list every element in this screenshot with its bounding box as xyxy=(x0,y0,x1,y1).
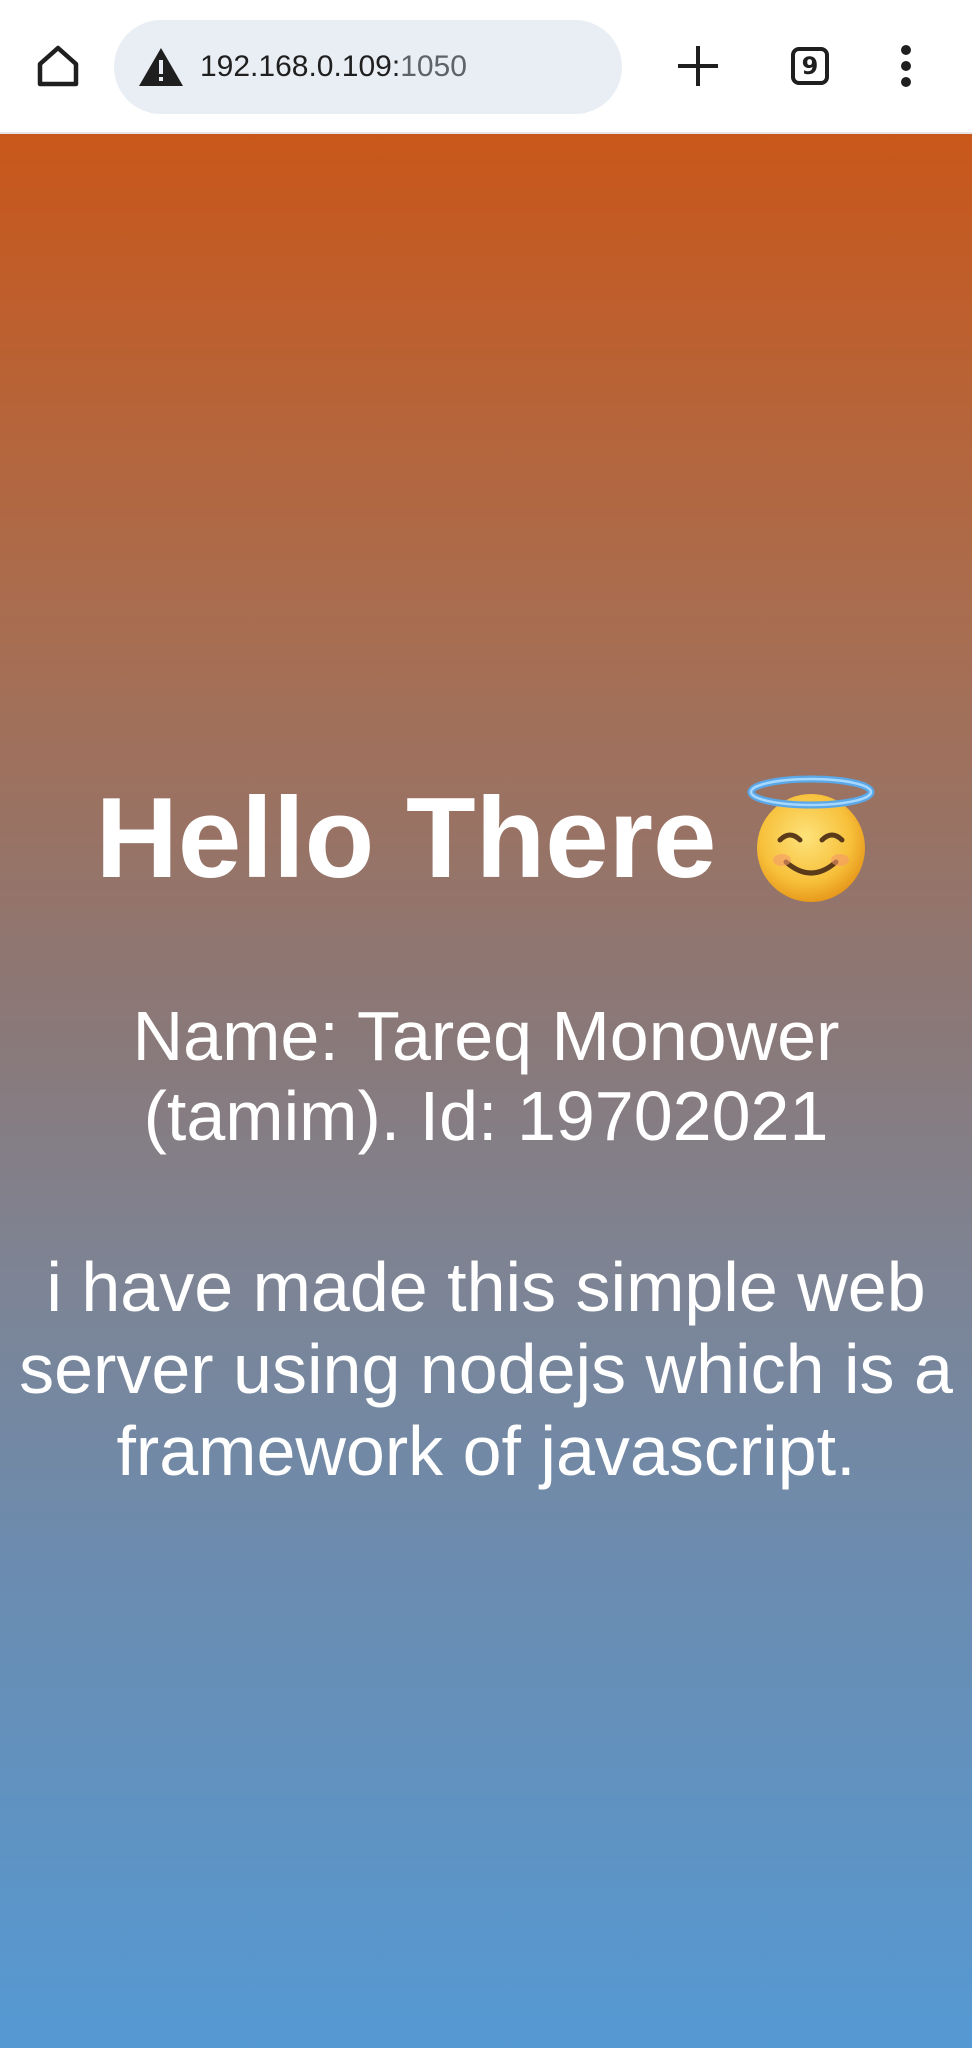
heading-text: Hello There xyxy=(95,775,717,902)
plus-icon xyxy=(678,46,718,86)
tab-count: 9 xyxy=(801,52,819,80)
page-content: Hello There Name: Tareq Monower (tamim).… xyxy=(0,134,972,2048)
smiling-face-with-halo-icon xyxy=(747,775,875,902)
desc-line-2: server using nodejs which is a xyxy=(19,1330,953,1408)
new-tab-button[interactable] xyxy=(666,34,730,98)
heading-row: Hello There xyxy=(96,774,877,904)
desc-line-1: i have made this simple web xyxy=(46,1248,926,1326)
browser-toolbar: 192.168.0.109:1050 9 xyxy=(0,0,972,134)
student-info: Name: Tareq Monower (tamim). Id: 1970202… xyxy=(0,996,972,1156)
description: i have made this simple web server using… xyxy=(0,1246,972,1492)
tab-switcher-button[interactable]: 9 xyxy=(778,34,842,98)
tab-switcher-icon: 9 xyxy=(791,47,829,85)
url-port: 1050 xyxy=(400,50,467,83)
more-vertical-icon xyxy=(901,45,911,87)
page-heading: Hello There xyxy=(0,774,972,904)
menu-button[interactable] xyxy=(874,34,938,98)
address-bar[interactable]: 192.168.0.109:1050 xyxy=(114,20,622,114)
warning-icon[interactable] xyxy=(138,46,184,88)
desc-line-3: framework of javascript. xyxy=(116,1412,856,1490)
name-line-1: Name: Tareq Monower xyxy=(132,997,840,1075)
home-icon xyxy=(37,45,79,87)
name-line-2: (tamim). Id: 19702021 xyxy=(143,1077,829,1155)
url-text[interactable]: 192.168.0.109:1050 xyxy=(200,20,467,114)
home-button[interactable] xyxy=(26,34,90,98)
url-host: 192.168.0.109: xyxy=(200,50,401,83)
